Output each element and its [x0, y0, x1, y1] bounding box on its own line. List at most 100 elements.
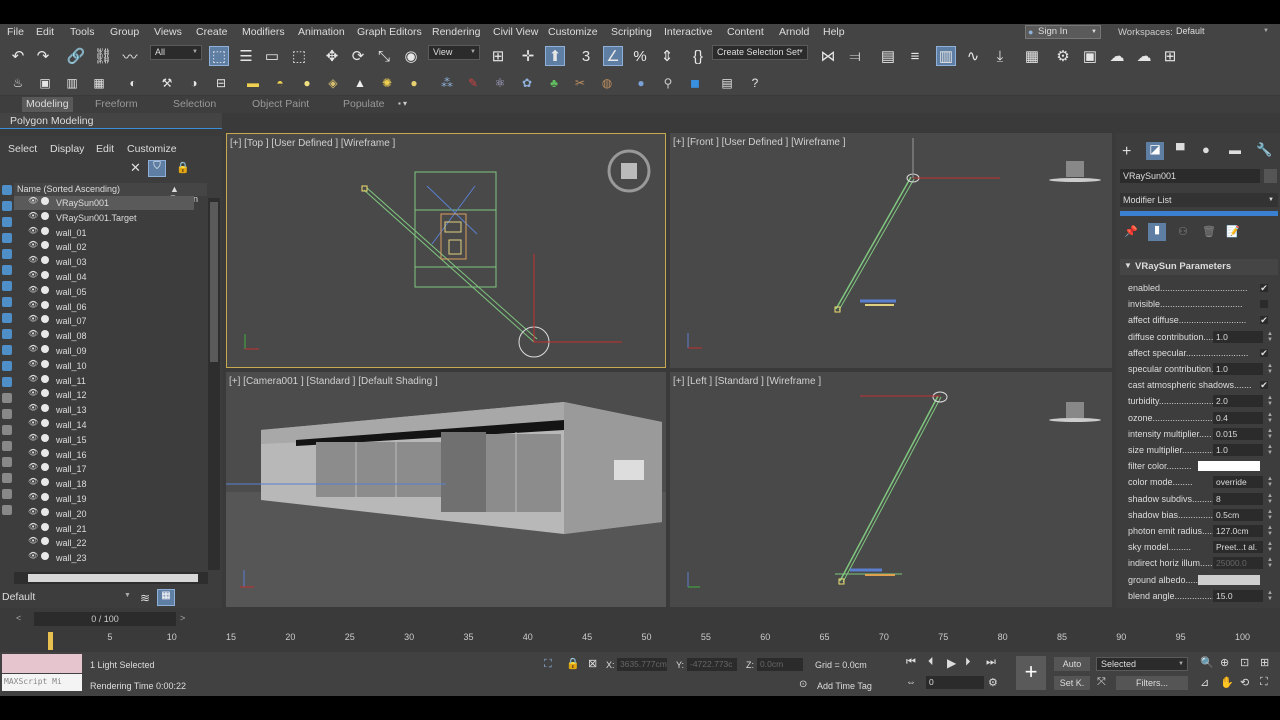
time-config-next-icon[interactable]: > — [180, 613, 185, 623]
param-value-field[interactable]: 15.0 — [1213, 589, 1263, 602]
menu-civil-view[interactable]: Civil View — [493, 26, 538, 38]
object-name[interactable]: wall_06 — [56, 302, 87, 312]
menu-rendering[interactable]: Rendering — [432, 26, 480, 38]
vray-tool-icon[interactable]: ⚒ — [157, 73, 177, 93]
place-icon[interactable]: ◉ — [401, 46, 421, 66]
visibility-eye-icon[interactable]: 👁 — [28, 359, 38, 368]
menu-content[interactable]: Content — [727, 26, 764, 38]
spinner-icon[interactable]: ▲ ▼ — [1267, 525, 1273, 537]
create-tab-icon[interactable]: + — [1122, 143, 1131, 161]
selection-set-dropdown[interactable]: Create Selection Set — [712, 45, 808, 60]
spinner-icon[interactable]: ▲ ▼ — [1267, 363, 1273, 375]
vray-fur-icon[interactable]: ⁂ — [437, 73, 457, 93]
list-item[interactable]: 👁wall_06✱ — [14, 300, 194, 314]
display-cameras-icon[interactable] — [2, 233, 12, 243]
list-item[interactable]: 👁wall_15✱ — [14, 433, 194, 447]
list-item[interactable]: 👁wall_08✱ — [14, 329, 194, 343]
menu-group[interactable]: Group — [110, 26, 139, 38]
spinner-icon[interactable]: ▲ ▼ — [1267, 493, 1273, 505]
maxscript-mini-listener[interactable]: MAXScript Mi — [2, 674, 82, 691]
absolute-mode-icon[interactable]: ⊠ — [588, 657, 597, 670]
auto-key-button[interactable]: Auto — [1054, 657, 1090, 671]
vray-sphere-icon[interactable]: ◑ — [184, 73, 204, 93]
schematic-view-icon[interactable]: ⤓ — [990, 46, 1010, 66]
object-name[interactable]: wall_12 — [56, 390, 87, 400]
zoom-icon[interactable]: 🔍 — [1200, 656, 1214, 669]
display-containers-icon[interactable] — [2, 329, 12, 339]
param-checkbox[interactable]: ✔ — [1260, 348, 1268, 357]
render-cloud-icon[interactable]: ☁ — [1134, 46, 1154, 66]
vray-plane-icon[interactable]: ⊟ — [211, 73, 231, 93]
visibility-eye-icon[interactable]: 👁 — [28, 211, 38, 220]
goto-end-icon[interactable]: ⏭ — [986, 656, 996, 669]
ribbon-tab-object-paint[interactable]: Object Paint — [252, 98, 309, 110]
maxscript-listener[interactable] — [2, 654, 82, 673]
list-item[interactable]: 👁wall_10✱ — [14, 359, 194, 373]
help-icon[interactable]: ? — [745, 73, 765, 93]
configure-sets-icon[interactable]: 📝 — [1226, 225, 1240, 238]
spinner-icon[interactable]: ▲ ▼ — [1267, 444, 1273, 456]
viewport-camera[interactable]: [+] [Camera001 ] [Standard ] [Default Sh… — [226, 372, 666, 607]
list-item[interactable]: 👁wall_23✱ — [14, 551, 194, 565]
spinner-icon[interactable]: ▲ ▼ — [1267, 331, 1273, 343]
vray-light-sphere-icon[interactable]: ● — [297, 73, 317, 93]
spinner-icon[interactable]: ▲ ▼ — [1267, 428, 1273, 440]
vray-vrmesh-export-icon[interactable]: ● — [631, 73, 651, 93]
visibility-eye-icon[interactable]: 👁 — [28, 522, 38, 531]
vray-frame-icon[interactable]: ▦ — [89, 73, 109, 93]
visibility-eye-icon[interactable]: 👁 — [28, 374, 38, 383]
render-setup-icon[interactable]: ⚙ — [1053, 46, 1073, 66]
menu-help[interactable]: Help — [823, 26, 845, 38]
layer-explorer-icon[interactable]: ≡ — [905, 46, 925, 66]
scale-icon[interactable]: ⤡ — [374, 46, 394, 66]
scene-list-scrollbar[interactable] — [208, 198, 220, 570]
param-value-field[interactable]: override — [1213, 476, 1263, 489]
ribbon-tab-populate[interactable]: Populate — [343, 98, 384, 110]
curve-editor-icon[interactable]: ∿ — [963, 46, 983, 66]
list-item[interactable]: 👁VRaySun001✱ — [14, 196, 194, 210]
viewport-top[interactable]: [+] [Top ] [User Defined ] [Wireframe ] — [226, 133, 666, 368]
orbit-icon[interactable]: ⟲ — [1240, 676, 1249, 689]
timeline-ruler[interactable]: 0510152025303540455055606570758085909510… — [14, 632, 1250, 650]
visibility-eye-icon[interactable]: 👁 — [28, 270, 38, 279]
vray-sky-icon[interactable]: ● — [404, 73, 424, 93]
zoom-extents-all-icon[interactable]: ⊞ — [1260, 656, 1269, 669]
maximize-viewport-icon[interactable]: ⛶ — [1260, 676, 1268, 689]
color-swatch[interactable] — [1198, 461, 1260, 472]
visibility-eye-icon[interactable]: 👁 — [28, 448, 38, 457]
modify-tab-icon[interactable]: ◪ — [1146, 142, 1164, 160]
list-item[interactable]: 👁VRaySun001.Target✱ — [14, 211, 194, 225]
ribbon-options-icon[interactable]: ▪ ▾ — [398, 99, 407, 108]
modifier-list-dropdown[interactable]: Modifier List ▼ — [1120, 193, 1278, 207]
sync-selection-icon[interactable] — [2, 473, 12, 483]
current-layer-label[interactable]: Default — [2, 591, 35, 603]
object-name[interactable]: wall_03 — [56, 257, 87, 267]
visibility-eye-icon[interactable]: 👁 — [28, 196, 38, 205]
display-hidden-icon[interactable] — [2, 361, 12, 371]
list-item[interactable]: 👁wall_21✱ — [14, 522, 194, 536]
rendered-frame-icon[interactable]: ▣ — [1080, 46, 1100, 66]
param-checkbox[interactable]: ✔ — [1260, 284, 1268, 293]
menu-interactive[interactable]: Interactive — [664, 26, 712, 38]
mirror-icon[interactable]: ⋈ — [818, 46, 838, 66]
visibility-eye-icon[interactable]: 👁 — [28, 403, 38, 412]
y-coordinate[interactable]: -4722.773c — [687, 658, 737, 671]
visibility-eye-icon[interactable]: 👁 — [28, 226, 38, 235]
hscrollbar-thumb[interactable] — [28, 574, 198, 582]
visibility-eye-icon[interactable]: 👁 — [28, 329, 38, 338]
edit-named-sets-icon[interactable]: {} — [688, 46, 708, 66]
pivot-icon[interactable]: ⊞ — [488, 46, 508, 66]
list-item[interactable]: 👁wall_09✱ — [14, 344, 194, 358]
display-shapes-icon[interactable] — [2, 201, 12, 211]
object-name[interactable]: wall_14 — [56, 420, 87, 430]
param-value-field[interactable]: 127.0cm — [1213, 525, 1263, 537]
workspaces-dropdown[interactable]: Default — [1172, 25, 1272, 40]
isolate-icon[interactable]: ⛶ — [544, 658, 552, 671]
align-icon[interactable]: ⫤ — [845, 46, 865, 66]
filter-funnel-icon[interactable] — [2, 489, 12, 499]
zoom-all-icon[interactable]: ⊕ — [1220, 656, 1229, 669]
object-name[interactable]: wall_16 — [56, 450, 87, 460]
visibility-eye-icon[interactable]: 👁 — [28, 344, 38, 353]
hierarchy-tab-icon[interactable]: ▀ — [1176, 143, 1185, 157]
object-name[interactable]: wall_01 — [56, 228, 87, 238]
